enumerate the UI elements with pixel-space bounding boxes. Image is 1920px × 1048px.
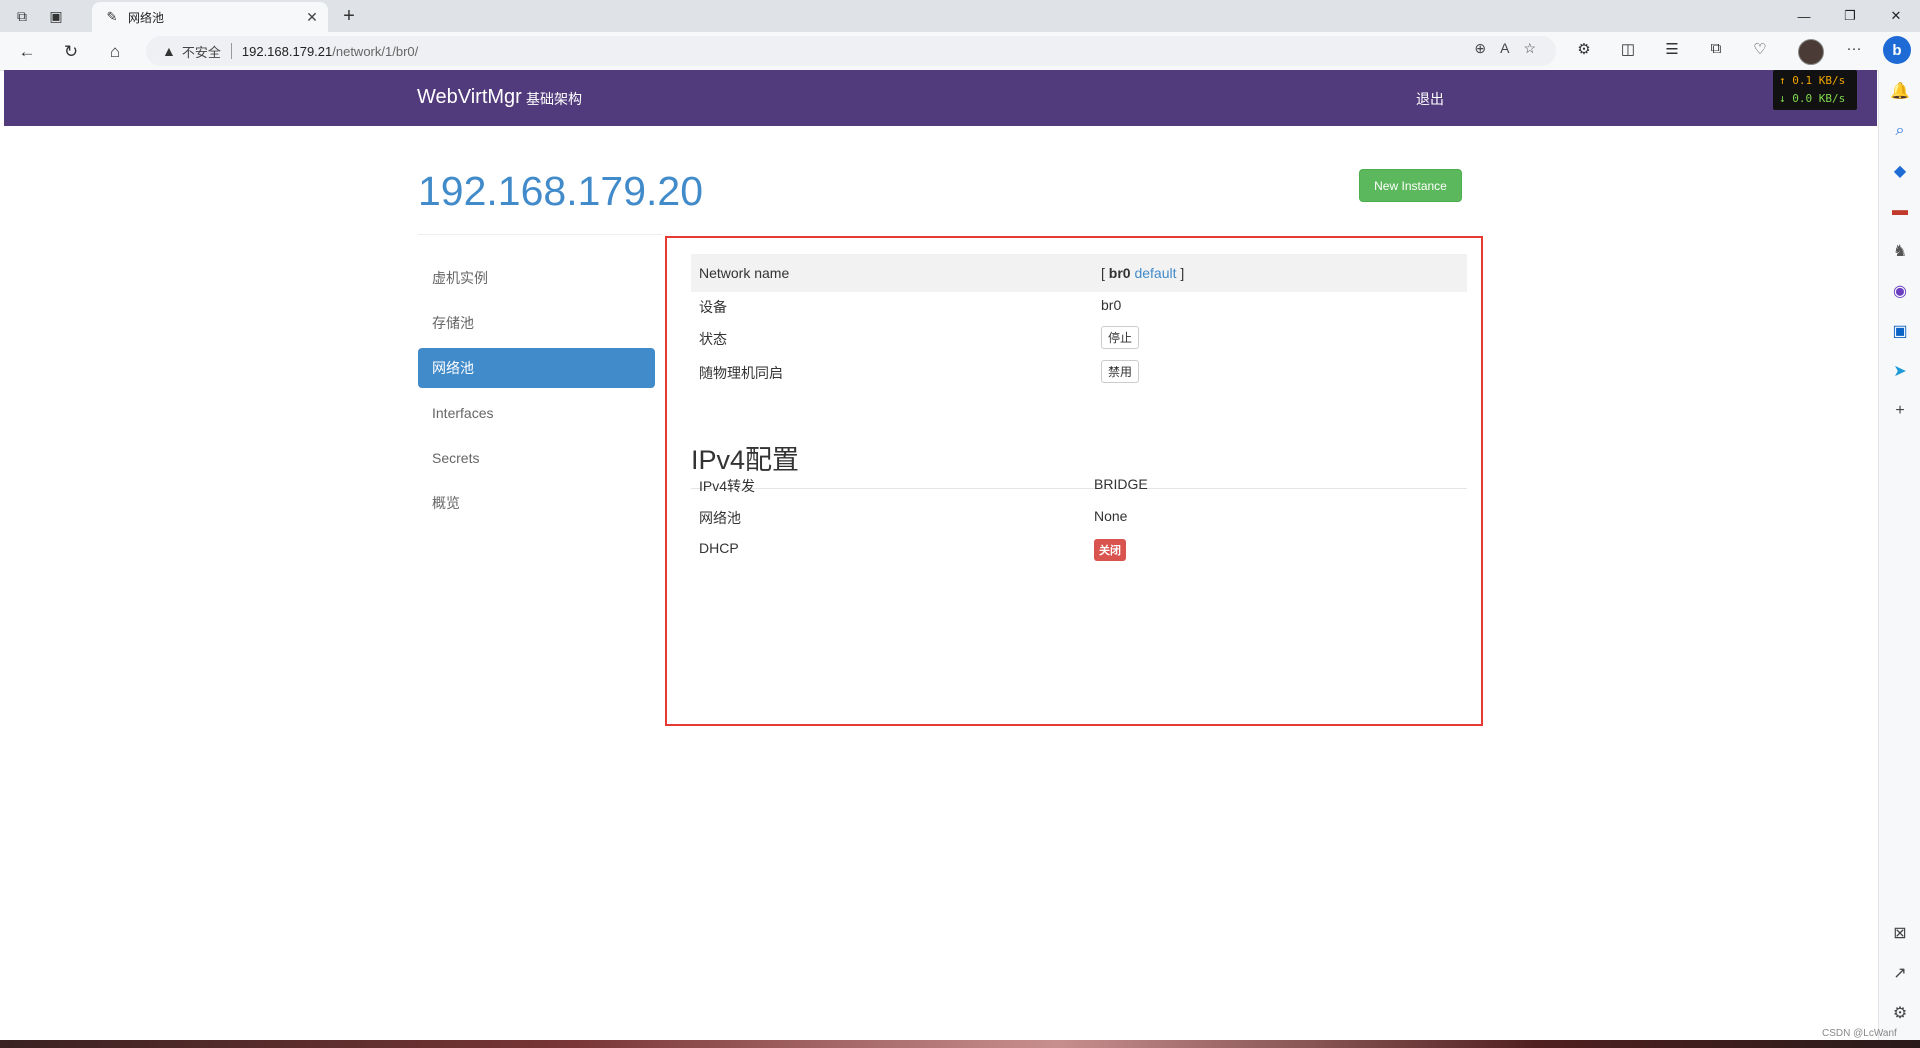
warning-icon[interactable]: ▲ <box>162 43 176 59</box>
restore-icon[interactable]: ❐ <box>1827 0 1873 32</box>
top-navbar: WebVirtMgr 基础架构 退出 <box>4 70 1877 126</box>
tab-actions-icon[interactable]: ▣ <box>46 6 66 26</box>
page-title: 192.168.179.20 <box>418 168 703 214</box>
device-label: 设备 <box>699 299 727 315</box>
network-name-label: Network name <box>699 265 790 281</box>
close-tab-icon[interactable]: ✕ <box>302 7 322 27</box>
collections-icon[interactable]: ⧉ <box>1694 40 1738 58</box>
url-host: 192.168.179.21 <box>241 43 333 59</box>
network-details-panel: Network name [ br0 default ] 设备 br0 状态 停… <box>665 236 1483 726</box>
search-icon[interactable]: ⌕ <box>1889 120 1911 142</box>
dhcp-label: DHCP <box>699 540 739 556</box>
watermark: CSDN @LcWanf <box>1822 1028 1897 1039</box>
ipv4-pool-value: None <box>1094 508 1128 524</box>
web-page: WebVirtMgr 基础架构 退出 ↑ 0.1 KB/s ↓ 0.0 KB/s… <box>4 70 1877 1038</box>
sidebar-item-overview[interactable]: 概览 <box>418 483 655 523</box>
split-screen-icon[interactable]: ◫ <box>1606 40 1650 58</box>
minimize-icon[interactable]: — <box>1781 0 1827 32</box>
security-label[interactable]: 不安全 <box>182 42 221 61</box>
url-text[interactable]: 192.168.179.21/network/1/br0/ <box>242 44 418 59</box>
notification-bell-icon[interactable]: 🔔 <box>1889 80 1911 102</box>
open-external-icon[interactable]: ↗ <box>1889 962 1911 984</box>
address-bar[interactable]: ▲ 不安全 192.168.179.21/network/1/br0/ ⊕ A … <box>146 36 1556 66</box>
back-icon[interactable]: ← <box>14 39 40 65</box>
autostart-row: 随物理机同启 禁用 <box>691 352 1467 390</box>
read-aloud-icon[interactable]: A <box>1500 40 1509 57</box>
network-default-link[interactable]: default <box>1134 265 1176 281</box>
favorite-star-icon[interactable]: ☆ <box>1523 40 1536 57</box>
sidebar-item-interfaces[interactable]: Interfaces <box>418 393 655 433</box>
sidebar-item-instances[interactable]: 虚机实例 <box>418 258 655 298</box>
browser-essentials-icon[interactable]: ♡ <box>1738 40 1782 58</box>
taskbar-strip <box>0 1040 1920 1048</box>
close-window-icon[interactable]: ✕ <box>1873 0 1919 32</box>
sidebar-item-secrets[interactable]: Secrets <box>418 438 655 478</box>
upload-speed: ↑ 0.1 KB/s <box>1779 74 1846 87</box>
screenshot-icon[interactable]: ⊠ <box>1889 922 1911 944</box>
tools-briefcase-icon[interactable]: ▬ <box>1889 200 1911 222</box>
new-instance-button[interactable]: New Instance <box>1359 169 1462 202</box>
zoom-icon[interactable]: ⊕ <box>1474 40 1486 57</box>
shopping-tag-icon[interactable]: ◆ <box>1889 160 1911 182</box>
office-icon[interactable]: ◉ <box>1889 280 1911 302</box>
profile-avatar[interactable] <box>1798 39 1824 65</box>
dhcp-status-badge: 关闭 <box>1094 539 1126 561</box>
brand-link[interactable]: WebVirtMgr <box>417 86 522 109</box>
divider <box>418 234 662 235</box>
tab-favicon-icon: ✎ <box>106 9 118 24</box>
home-icon[interactable]: ⌂ <box>102 39 128 65</box>
favorites-icon[interactable]: ☰ <box>1650 40 1694 58</box>
open-bracket: [ <box>1101 265 1105 281</box>
autostart-label: 随物理机同启 <box>699 365 783 381</box>
state-row: 状态 停止 <box>691 318 1467 356</box>
ipv4-forward-value: BRIDGE <box>1094 476 1148 492</box>
refresh-icon[interactable]: ↻ <box>58 39 84 65</box>
new-tab-button[interactable]: + <box>338 5 360 27</box>
sidebar-item-storage[interactable]: 存储池 <box>418 303 655 343</box>
extensions-icon[interactable]: ⚙ <box>1562 40 1606 58</box>
browser-tab-strip: ⧉ ▣ ✎ 网络池 ✕ + — ❐ ✕ <box>0 0 1920 32</box>
network-speed-overlay: ↑ 0.1 KB/s ↓ 0.0 KB/s <box>1773 70 1857 110</box>
sidebar-settings-icon[interactable]: ⚙ <box>1889 1002 1911 1024</box>
url-path: /network/1/br0/ <box>332 43 419 59</box>
edge-sidebar: 🔔 ⌕ ◆ ▬ ♞ ◉ ▣ ➤ + ⊠ ↗ ⚙ <box>1878 70 1920 1040</box>
more-menu-icon[interactable]: ··· <box>1832 40 1876 57</box>
ipv4-pool-label: 网络池 <box>699 510 741 526</box>
stop-button[interactable]: 停止 <box>1101 326 1140 349</box>
send-icon[interactable]: ➤ <box>1889 360 1911 382</box>
address-toolbar: ← ↻ ⌂ ▲ 不安全 192.168.179.21/network/1/br0… <box>0 32 1920 71</box>
network-name-value: [ br0 default ] <box>1101 265 1184 281</box>
nav-infrastructure-link[interactable]: 基础架构 <box>526 89 582 109</box>
close-bracket: ] <box>1180 265 1185 281</box>
device-value: br0 <box>1101 297 1122 313</box>
separator <box>230 43 232 59</box>
browser-tab[interactable]: ✎ 网络池 ✕ <box>92 2 328 32</box>
sidebar-item-networks[interactable]: 网络池 <box>418 348 655 388</box>
add-sidebar-app-icon[interactable]: + <box>1889 400 1911 422</box>
workspaces-icon[interactable]: ⧉ <box>12 6 32 26</box>
bing-copilot-icon[interactable]: b <box>1883 36 1911 64</box>
dhcp-row: DHCP 关闭 <box>691 529 1467 567</box>
tab-title: 网络池 <box>128 10 165 25</box>
state-label: 状态 <box>699 331 727 347</box>
logout-link[interactable]: 退出 <box>1416 89 1444 109</box>
outlook-icon[interactable]: ▣ <box>1889 320 1911 342</box>
sidebar-nav: 虚机实例 存储池 网络池 Interfaces Secrets 概览 <box>418 258 655 528</box>
disable-autostart-button[interactable]: 禁用 <box>1101 360 1140 383</box>
network-name: br0 <box>1108 265 1131 281</box>
download-speed: ↓ 0.0 KB/s <box>1779 92 1846 105</box>
ipv4-forward-label: IPv4转发 <box>699 478 756 494</box>
games-icon[interactable]: ♞ <box>1889 240 1911 262</box>
